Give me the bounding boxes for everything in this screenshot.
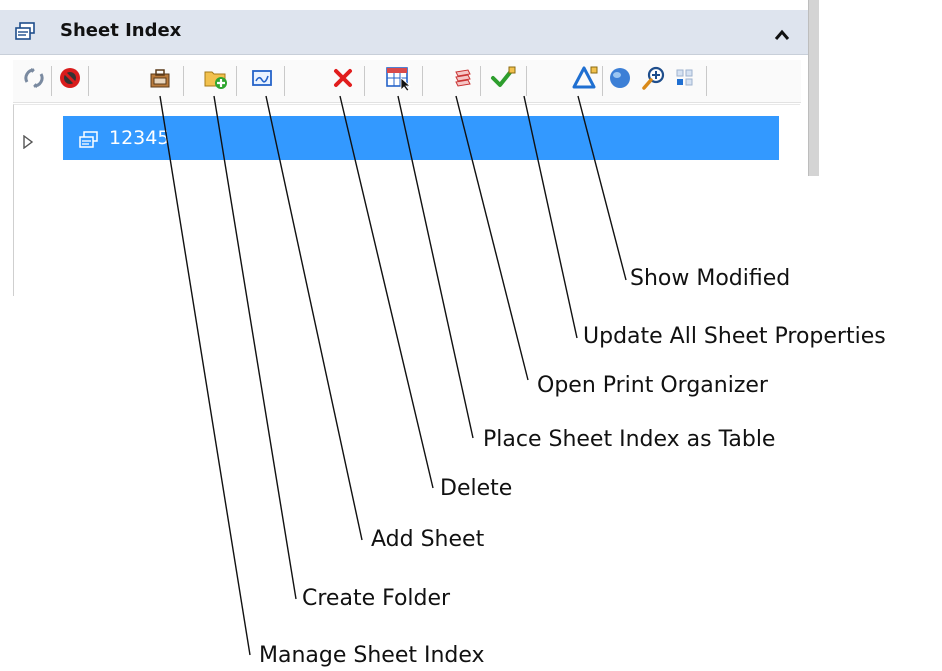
add-sheet-button[interactable]	[248, 66, 276, 94]
panel-header[interactable]: Sheet Index	[0, 10, 808, 55]
no-entry-icon	[58, 66, 82, 94]
toolbar-separator	[51, 66, 52, 96]
refresh-button[interactable]	[20, 66, 48, 94]
tree-item-label: 12345	[109, 127, 170, 149]
collapse-chevron-icon[interactable]	[774, 26, 790, 45]
toolbar-separator	[236, 66, 237, 96]
delete-button[interactable]	[329, 66, 357, 94]
grid-button[interactable]	[671, 66, 699, 94]
add-sheet-icon	[250, 66, 274, 94]
toolbar-separator	[526, 66, 527, 96]
globe-button[interactable]	[606, 66, 634, 94]
sheet-index-icon	[78, 131, 100, 153]
delete-icon	[332, 67, 354, 93]
toolbar-separator	[284, 66, 285, 96]
toolbar-separator	[183, 66, 184, 96]
show-modified-button[interactable]	[571, 66, 599, 94]
callout-open-print-organizer: Open Print Organizer	[537, 373, 768, 398]
panel-scroll-frame[interactable]	[808, 0, 819, 176]
manage-sheet-index-icon	[148, 66, 172, 94]
callout-update-all: Update All Sheet Properties	[583, 324, 886, 349]
toolbar-separator	[602, 66, 603, 96]
globe-icon	[608, 66, 632, 94]
toolbar-separator	[88, 66, 89, 96]
update-properties-icon	[490, 65, 516, 95]
grid-icon	[674, 67, 696, 93]
callout-manage-sheet-index: Manage Sheet Index	[259, 643, 485, 668]
toolbar-separator	[364, 66, 365, 96]
print-organizer-button[interactable]	[449, 66, 477, 94]
tree-item-selected[interactable]	[63, 116, 779, 160]
callout-show-modified: Show Modified	[630, 266, 791, 291]
update-properties-button[interactable]	[489, 66, 517, 94]
place-table-button[interactable]	[385, 66, 413, 94]
panel-title: Sheet Index	[60, 20, 182, 41]
callout-place-table: Place Sheet Index as Table	[483, 427, 776, 452]
expand-arrow-icon[interactable]	[22, 134, 34, 153]
sheet-index-icon	[14, 22, 36, 46]
create-folder-icon	[203, 66, 229, 94]
callout-create-folder: Create Folder	[302, 586, 451, 611]
show-modified-icon	[572, 65, 598, 95]
toolbar-separator	[422, 66, 423, 96]
no-entry-button[interactable]	[56, 66, 84, 94]
create-folder-button[interactable]	[202, 66, 230, 94]
callout-delete: Delete	[440, 476, 513, 501]
toolbar-separator	[480, 66, 481, 96]
refresh-icon	[22, 66, 46, 94]
place-table-icon	[385, 65, 413, 95]
callout-add-sheet: Add Sheet	[371, 527, 485, 552]
zoom-button[interactable]	[640, 66, 668, 94]
toolbar-separator	[706, 66, 707, 96]
manage-sheet-index-button[interactable]	[146, 66, 174, 94]
zoom-icon	[641, 65, 667, 95]
print-organizer-icon	[451, 66, 475, 94]
